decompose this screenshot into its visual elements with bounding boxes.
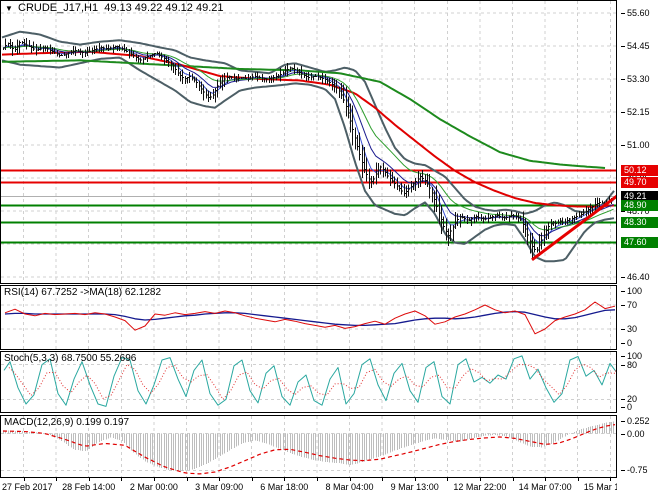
price-level-label: 49.70 (621, 177, 658, 188)
time-tick-mark (415, 478, 416, 481)
time-tick-mark (252, 478, 253, 481)
macd-tick-label: 0.00 (627, 429, 645, 439)
time-tick-mark (545, 478, 546, 481)
price-tick-label: 52.15 (627, 107, 650, 117)
macd-tick-label: -0.75 (627, 465, 648, 475)
macd-tick-label: 0.252 (627, 416, 650, 426)
price-tick-label: 54.45 (627, 41, 650, 51)
time-tick-mark (317, 478, 318, 481)
time-axis[interactable]: 27 Feb 201728 Feb 14:002 Mar 00:003 Mar … (0, 478, 660, 500)
time-tick-mark (24, 478, 25, 481)
time-tick-mark (56, 478, 57, 481)
time-tick-mark (610, 478, 611, 481)
rsi-tick-label: 100 (627, 286, 642, 296)
price-tick-label: 46.40 (627, 272, 650, 282)
price-level-label: 50.12 (621, 165, 658, 176)
price-tick-label: 51.00 (627, 140, 650, 150)
stoch-header: Stoch(5,3,3) 68.7500 55.2696 (4, 353, 136, 364)
time-tick-mark (350, 478, 351, 481)
time-tick-mark (480, 478, 481, 481)
price-level-label: 48.30 (621, 217, 658, 228)
time-tick-mark (89, 478, 90, 481)
price-tick-label: 53.30 (627, 74, 650, 84)
price-axis[interactable]: 55.6054.4553.3052.1551.0049.8548.7047.55… (617, 0, 660, 500)
time-tick-mark (187, 478, 188, 481)
time-tick-mark (219, 478, 220, 481)
time-label: 14 Mar 07:00 (512, 482, 578, 492)
time-label: 3 Mar 09:00 (186, 482, 252, 492)
time-label: 2 Mar 00:00 (121, 482, 187, 492)
time-label: 12 Mar 22:00 (447, 482, 513, 492)
rsi-tick-label: 70 (627, 300, 637, 310)
stoch-tick-label: 0 (627, 402, 632, 412)
price-level-label: 47.60 (621, 237, 658, 248)
time-tick-mark (382, 478, 383, 481)
rsi-tick-label: 0 (627, 338, 632, 348)
time-label: 8 Mar 04:00 (317, 482, 383, 492)
rsi-tick-label: 30 (627, 324, 637, 334)
stoch-tick-label: 80 (627, 360, 637, 370)
price-level-label: 48.90 (621, 200, 658, 211)
time-tick-mark (447, 478, 448, 481)
dropdown-arrow-icon[interactable]: ▼ (5, 4, 13, 13)
time-label: 9 Mar 13:00 (382, 482, 448, 492)
macd-header: MACD(12,26,9) 0.199 0.197 (4, 417, 129, 428)
time-tick-mark (121, 478, 122, 481)
ohlc-values-label: 49.13 49.22 49.12 49.21 (104, 2, 223, 14)
time-tick-mark (513, 478, 514, 481)
time-tick-mark (578, 478, 579, 481)
mt4-chart-window: ▼ CRUDE_J17,H1 49.13 49.22 49.12 49.21 R… (0, 0, 660, 500)
symbol-timeframe-label: CRUDE_J17,H1 (18, 2, 98, 14)
chart-title: CRUDE_J17,H1 49.13 49.22 49.12 49.21 (18, 2, 224, 14)
time-label: 6 Mar 18:00 (251, 482, 317, 492)
rsi-header: RSI(14) 67.7252 ->MA(18) 62.1282 (4, 287, 161, 298)
main-price-chart[interactable] (0, 0, 617, 284)
time-tick-mark (284, 478, 285, 481)
time-tick-mark (154, 478, 155, 481)
time-label: 28 Feb 14:00 (56, 482, 122, 492)
price-tick-label: 55.60 (627, 8, 650, 18)
